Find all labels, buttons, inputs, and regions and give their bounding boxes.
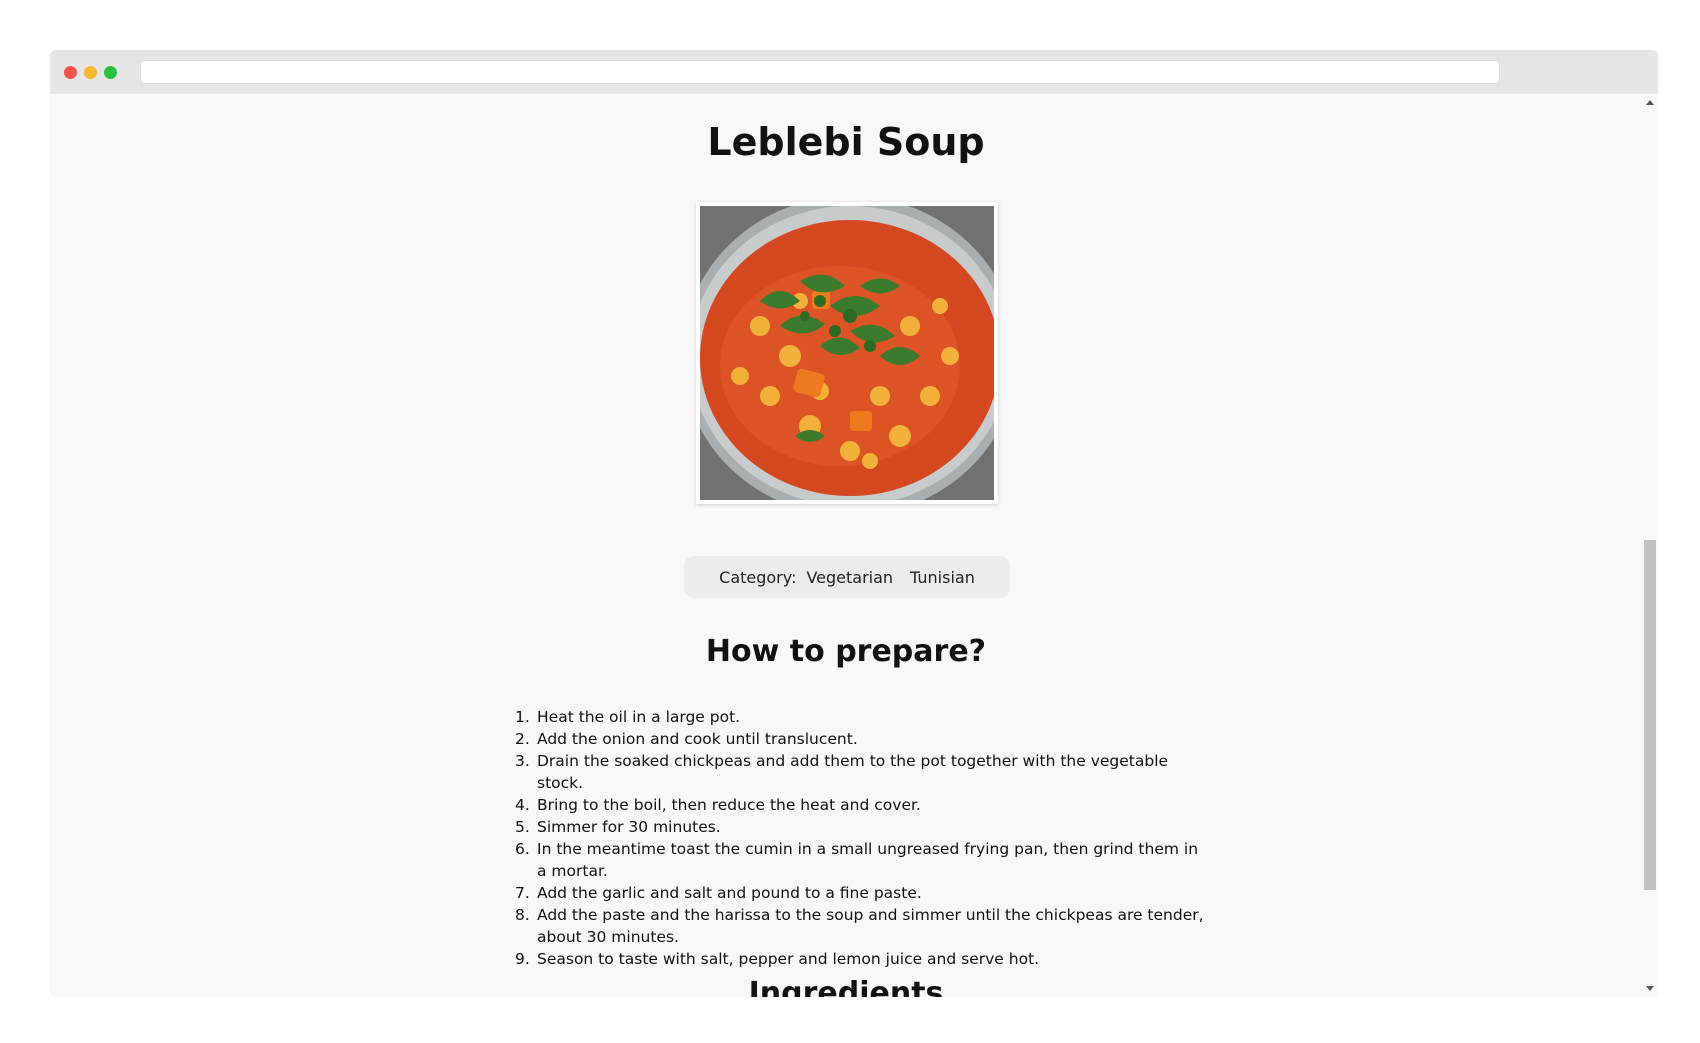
scroll-up-icon[interactable]	[1646, 100, 1654, 105]
minimize-window-icon[interactable]	[84, 66, 97, 79]
address-bar[interactable]	[140, 60, 1500, 84]
ingredients-heading: Ingredients	[748, 976, 944, 997]
page-viewport: Leblebi Soup Category: Vegetarian Tunisi…	[50, 94, 1642, 997]
browser-window: Leblebi Soup Category: Vegetarian Tunisi…	[50, 50, 1658, 997]
step-number: 4.	[515, 796, 530, 814]
instruction-step: 5. Simmer for 30 minutes.	[515, 816, 1205, 838]
step-number: 6.	[515, 840, 530, 858]
step-text: Bring to the boil, then reduce the heat …	[537, 796, 921, 814]
step-text: Add the garlic and salt and pound to a f…	[537, 884, 922, 902]
step-number: 8.	[515, 906, 530, 924]
maximize-window-icon[interactable]	[104, 66, 117, 79]
instruction-step: 1. Heat the oil in a large pot.	[515, 706, 1205, 728]
close-window-icon[interactable]	[64, 66, 77, 79]
instruction-step: 3. Drain the soaked chickpeas and add the…	[515, 750, 1205, 794]
instructions-heading: How to prepare?	[705, 634, 987, 669]
step-number: 9.	[515, 950, 530, 968]
step-text: Season to taste with salt, pepper and le…	[537, 950, 1040, 968]
step-number: 5.	[515, 818, 530, 836]
instruction-step: 4. Bring to the boil, then reduce the hea…	[515, 794, 1205, 816]
step-number: 1.	[515, 708, 530, 726]
category-label: Category:	[719, 567, 797, 587]
step-text: Heat the oil in a large pot.	[537, 708, 741, 726]
step-text: Simmer for 30 minutes.	[537, 818, 721, 836]
scrollbar-thumb[interactable]	[1644, 540, 1656, 890]
step-text: Add the paste and the harissa to the sou…	[537, 906, 1204, 946]
step-text: Add the onion and cook until translucent…	[537, 730, 858, 748]
recipe-image	[700, 206, 994, 500]
area-value: Tunisian	[910, 567, 975, 587]
step-text: Drain the soaked chickpeas and add them …	[537, 752, 1169, 792]
instruction-step: 7. Add the garlic and salt and pound to a…	[515, 882, 1205, 904]
instruction-step: 2. Add the onion and cook until transluce…	[515, 728, 1205, 750]
instructions-list: 1. Heat the oil in a large pot. 2. Add the…	[515, 706, 1205, 970]
browser-titlebar	[50, 50, 1658, 94]
recipe-image-frame	[696, 202, 998, 504]
instruction-step: 8. Add the paste and the harissa to the s…	[515, 904, 1205, 948]
step-number: 2.	[515, 730, 530, 748]
vertical-scrollbar[interactable]	[1642, 94, 1658, 997]
instruction-step: 6. In the meantime toast the cumin in a s…	[515, 838, 1205, 882]
scroll-down-icon[interactable]	[1646, 986, 1654, 991]
soup-bowl-illustration	[700, 206, 994, 500]
category-badge: Category: Vegetarian Tunisian	[684, 556, 1010, 598]
category-value: Vegetarian	[806, 567, 894, 587]
step-number: 3.	[515, 752, 530, 770]
recipe-title: Leblebi Soup	[707, 120, 985, 164]
step-text: In the meantime toast the cumin in a sma…	[537, 840, 1199, 880]
instruction-step: 9. Season to taste with salt, pepper and …	[515, 948, 1205, 970]
step-number: 7.	[515, 884, 530, 902]
